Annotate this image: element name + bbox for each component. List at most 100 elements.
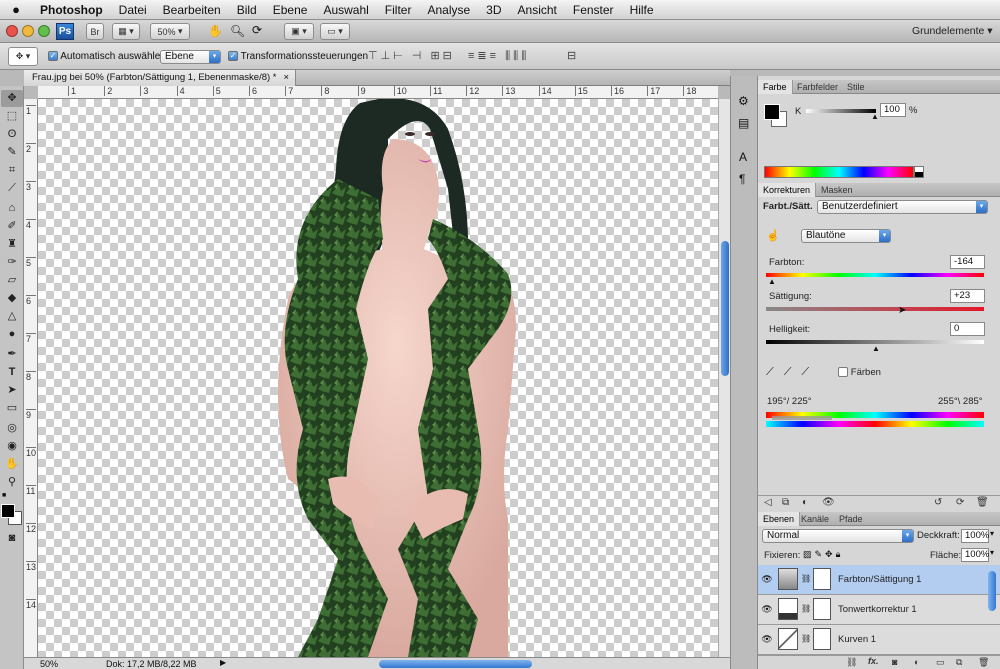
- screen-mode-button[interactable]: ▭ ▾: [320, 23, 350, 40]
- menu-hilfe[interactable]: Hilfe: [622, 3, 662, 17]
- colorize-checkbox[interactable]: [838, 367, 848, 378]
- k-slider-handle-icon[interactable]: ▲: [871, 112, 879, 121]
- fill-dropdown-icon[interactable]: ▾: [990, 548, 994, 557]
- new-adjustment-icon[interactable]: ◐: [914, 657, 919, 667]
- transform-controls-checkbox[interactable]: ✓: [228, 51, 238, 62]
- shape-tool-icon[interactable]: ▭: [1, 400, 23, 417]
- menu-analyse[interactable]: Analyse: [419, 3, 478, 17]
- hue-value-field[interactable]: -164: [950, 255, 985, 269]
- tab-kanaele[interactable]: Kanäle: [796, 512, 834, 526]
- auto-select-option[interactable]: ✓ Automatisch auswählen:: [48, 51, 169, 62]
- menu-3d[interactable]: 3D: [478, 3, 509, 17]
- hand-tool-icon[interactable]: ✋: [208, 24, 223, 38]
- marquee-tool-icon[interactable]: ⬚: [1, 108, 23, 125]
- view-extras-button[interactable]: ▦ ▾: [112, 23, 140, 40]
- document-canvas[interactable]: [38, 99, 718, 657]
- 3d-orbit-tool-icon[interactable]: ◉: [1, 438, 23, 455]
- menu-bearbeiten[interactable]: Bearbeiten: [155, 3, 229, 17]
- menu-fenster[interactable]: Fenster: [565, 3, 622, 17]
- apple-menu-icon[interactable]: ●: [0, 2, 32, 17]
- range-select[interactable]: Blautöne ▾: [801, 229, 891, 243]
- menu-auswahl[interactable]: Auswahl: [315, 3, 376, 17]
- saturation-value-field[interactable]: +23: [950, 289, 985, 303]
- range-slider[interactable]: [772, 416, 832, 420]
- minimize-window-icon[interactable]: [22, 25, 34, 37]
- menu-filter[interactable]: Filter: [377, 3, 420, 17]
- eye-icon[interactable]: 👁︎: [761, 634, 773, 646]
- history-panel-icon[interactable]: ⚙: [738, 94, 749, 108]
- foreground-color-swatch[interactable]: [1, 504, 15, 518]
- layer-style-icon[interactable]: fx.: [868, 656, 879, 666]
- status-menu-arrow-icon[interactable]: ▶: [220, 658, 226, 667]
- vertical-scroll-thumb[interactable]: [721, 241, 729, 376]
- layer-mask-thumbnail[interactable]: [813, 628, 831, 650]
- document-tab[interactable]: Frau.jpg bei 50% (Farbton/Sättigung 1, E…: [24, 70, 296, 86]
- menu-datei[interactable]: Datei: [111, 3, 155, 17]
- dodge-tool-icon[interactable]: ●: [1, 326, 23, 343]
- hue-slider-track[interactable]: [766, 273, 984, 277]
- default-colors-icon[interactable]: ■: [2, 492, 9, 499]
- reset-icon[interactable]: ↺: [934, 497, 942, 508]
- align-buttons-group[interactable]: ⊤⊥⊢ ⊣ ⊞⊟: [368, 49, 455, 62]
- tab-korrekturen[interactable]: Korrekturen: [758, 183, 817, 197]
- history-brush-tool-icon[interactable]: ✑: [1, 254, 23, 271]
- close-window-icon[interactable]: [6, 25, 18, 37]
- rotate-view-icon[interactable]: ⟳: [252, 23, 262, 37]
- quick-mask-icon[interactable]: ◙: [1, 530, 23, 547]
- status-zoom[interactable]: 50%: [40, 659, 58, 669]
- color-spectrum-bar[interactable]: [764, 166, 914, 178]
- tab-farbfelder[interactable]: Farbfelder: [792, 80, 843, 94]
- crop-tool-icon[interactable]: ⌗: [1, 162, 23, 179]
- menu-bild[interactable]: Bild: [229, 3, 265, 17]
- move-tool-icon[interactable]: ✥: [1, 90, 23, 107]
- type-tool-icon[interactable]: T: [1, 364, 23, 381]
- panel-foreground-swatch[interactable]: [764, 104, 780, 120]
- tab-ebenen[interactable]: Ebenen: [758, 512, 801, 526]
- lightness-slider-handle-icon[interactable]: ▲: [872, 344, 880, 353]
- lock-buttons[interactable]: ▨✎✥🔒︎: [803, 549, 843, 560]
- clone-stamp-tool-icon[interactable]: ♜: [1, 236, 23, 253]
- spectrum-black-white[interactable]: [914, 166, 924, 178]
- blend-mode-select[interactable]: Normal ▾: [762, 529, 914, 543]
- toggle-visibility-icon[interactable]: ◐: [802, 497, 808, 508]
- close-tab-icon[interactable]: ×: [283, 70, 289, 86]
- hand-tool-icon[interactable]: ✋: [1, 456, 23, 473]
- delete-layer-icon[interactable]: 🗑︎: [978, 657, 989, 668]
- layer-row[interactable]: 👁︎ ⛓ Kurven 1: [758, 625, 1000, 655]
- eye-icon[interactable]: 👁︎: [761, 574, 773, 586]
- zoom-tool-icon[interactable]: ⚲: [1, 474, 23, 491]
- 3d-rotate-tool-icon[interactable]: ◎: [1, 420, 23, 437]
- eyedropper-tool-icon[interactable]: ⟋: [1, 180, 23, 197]
- hue-slider-handle-icon[interactable]: ▲: [768, 277, 776, 286]
- layer-row[interactable]: 👁︎ ⛓ Tonwertkorrektur 1: [758, 595, 1000, 625]
- layer-row[interactable]: 👁︎ ⛓ Farbton/Sättigung 1: [758, 565, 1000, 595]
- k-value-field[interactable]: 100: [880, 103, 906, 117]
- healing-brush-tool-icon[interactable]: ⌂: [1, 200, 23, 217]
- eraser-tool-icon[interactable]: ▱: [1, 272, 23, 289]
- pen-tool-icon[interactable]: ✒: [1, 346, 23, 363]
- zoom-tool-icon[interactable]: 🔍︎: [230, 24, 245, 38]
- transform-controls-option[interactable]: ✓ Transformationssteuerungen: [228, 51, 368, 62]
- preset-select[interactable]: Benutzerdefiniert ▾: [817, 200, 988, 214]
- refresh-icon[interactable]: ⟳: [956, 497, 964, 508]
- add-mask-icon[interactable]: ◙: [892, 657, 897, 667]
- tool-preset-picker[interactable]: ✥ ▾: [8, 47, 38, 66]
- menu-ansicht[interactable]: Ansicht: [510, 3, 565, 17]
- tab-masken[interactable]: Masken: [816, 183, 858, 197]
- clip-layer-icon[interactable]: ⧉: [782, 497, 789, 508]
- tab-pfade[interactable]: Pfade: [834, 512, 868, 526]
- zoom-level-select[interactable]: 50% ▾: [150, 23, 190, 40]
- lasso-tool-icon[interactable]: ʘ: [1, 126, 23, 143]
- auto-select-checkbox[interactable]: ✓: [48, 51, 58, 62]
- eye-icon[interactable]: 👁︎: [761, 604, 773, 616]
- vertical-scrollbar[interactable]: [718, 99, 730, 657]
- auto-align-layers-button[interactable]: ⊟: [567, 49, 576, 62]
- quick-selection-tool-icon[interactable]: ✎: [1, 144, 23, 161]
- path-selection-tool-icon[interactable]: ➤: [1, 382, 23, 399]
- menu-ebene[interactable]: Ebene: [265, 3, 316, 17]
- tab-farbe[interactable]: Farbe: [758, 80, 793, 94]
- layer-mask-thumbnail[interactable]: [813, 568, 831, 590]
- fill-field[interactable]: 100%: [961, 548, 989, 562]
- k-slider[interactable]: [806, 109, 876, 113]
- opacity-field[interactable]: 100%: [961, 529, 989, 543]
